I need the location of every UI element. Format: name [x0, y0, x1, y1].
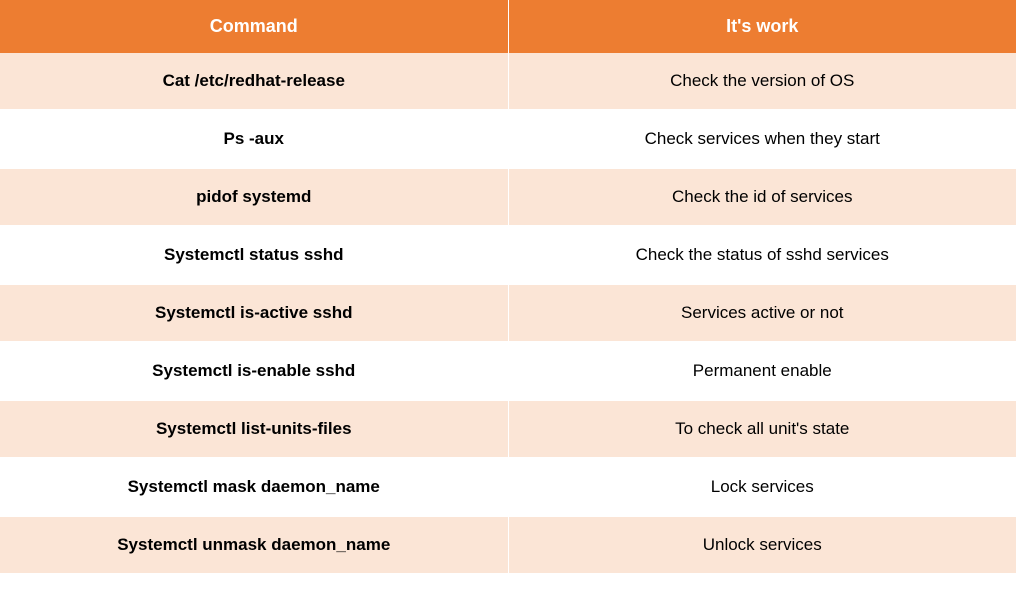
- cell-work: Unlock services: [508, 516, 1016, 574]
- table-row: Systemctl status sshd Check the status o…: [0, 226, 1016, 284]
- cell-command: pidof systemd: [0, 168, 508, 226]
- cell-work: Lock services: [508, 458, 1016, 516]
- table-header-row: Command It's work: [0, 0, 1016, 53]
- table-row: Systemctl is-enable sshd Permanent enabl…: [0, 342, 1016, 400]
- table-body: Cat /etc/redhat-release Check the versio…: [0, 53, 1016, 574]
- cell-command: Ps -aux: [0, 110, 508, 168]
- cell-command: Systemctl is-active sshd: [0, 284, 508, 342]
- cell-command: Systemctl is-enable sshd: [0, 342, 508, 400]
- cell-command: Systemctl status sshd: [0, 226, 508, 284]
- table-row: Systemctl mask daemon_name Lock services: [0, 458, 1016, 516]
- table-row: pidof systemd Check the id of services: [0, 168, 1016, 226]
- table-row: Systemctl list-units-files To check all …: [0, 400, 1016, 458]
- table-row: Systemctl unmask daemon_name Unlock serv…: [0, 516, 1016, 574]
- cell-work: Check the status of sshd services: [508, 226, 1016, 284]
- cell-command: Systemctl unmask daemon_name: [0, 516, 508, 574]
- cell-work: To check all unit's state: [508, 400, 1016, 458]
- cell-work: Check the version of OS: [508, 53, 1016, 110]
- cell-work: Check services when they start: [508, 110, 1016, 168]
- command-table: Command It's work Cat /etc/redhat-releas…: [0, 0, 1016, 575]
- cell-work: Check the id of services: [508, 168, 1016, 226]
- cell-work: Services active or not: [508, 284, 1016, 342]
- header-command: Command: [0, 0, 508, 53]
- cell-command: Systemctl mask daemon_name: [0, 458, 508, 516]
- table-row: Systemctl is-active sshd Services active…: [0, 284, 1016, 342]
- table-row: Ps -aux Check services when they start: [0, 110, 1016, 168]
- cell-command: Systemctl list-units-files: [0, 400, 508, 458]
- cell-command: Cat /etc/redhat-release: [0, 53, 508, 110]
- table-row: Cat /etc/redhat-release Check the versio…: [0, 53, 1016, 110]
- cell-work: Permanent enable: [508, 342, 1016, 400]
- header-work: It's work: [508, 0, 1016, 53]
